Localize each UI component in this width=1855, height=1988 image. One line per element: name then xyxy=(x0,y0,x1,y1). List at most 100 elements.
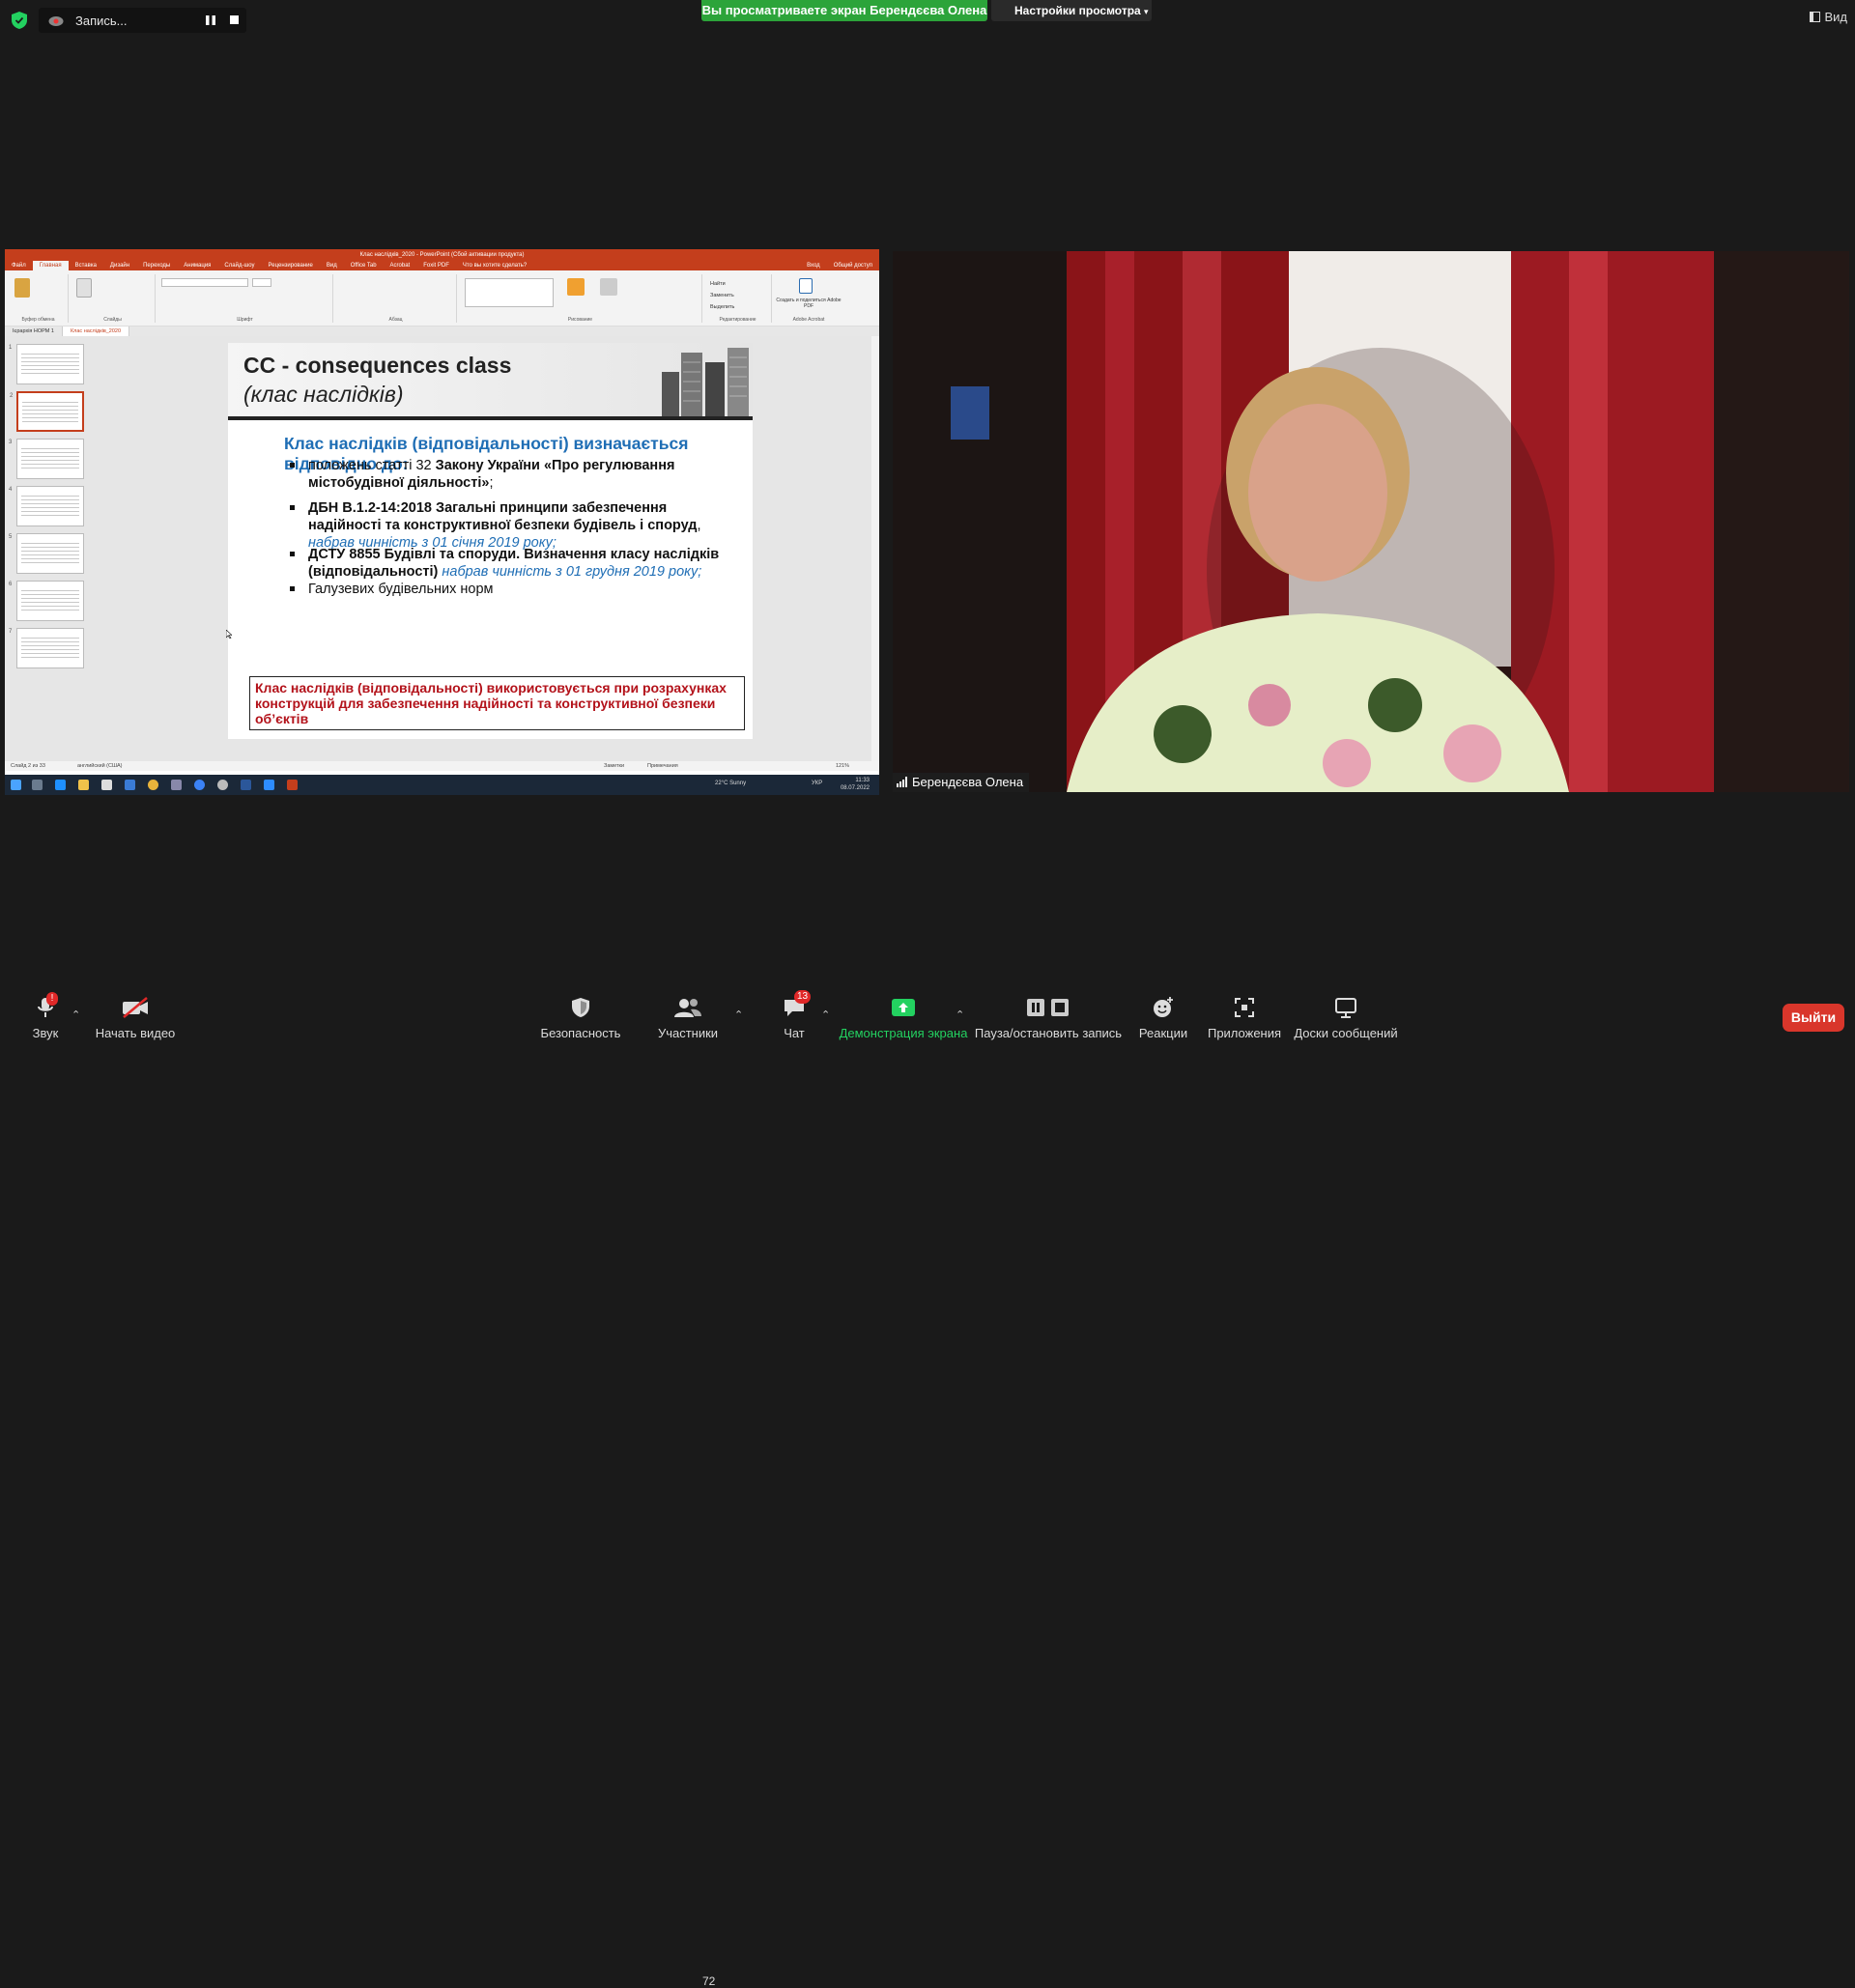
leave-button[interactable]: Выйти xyxy=(1783,1004,1844,1032)
shield-icon[interactable] xyxy=(12,12,27,29)
ribbon-tab[interactable]: Анимация xyxy=(177,261,217,270)
ribbon-tab[interactable]: Файл xyxy=(5,261,33,270)
ribbon-tab[interactable]: Главная xyxy=(32,261,69,270)
apps-button[interactable]: Приложения xyxy=(1204,976,1285,1043)
participants-button[interactable]: Участники xyxy=(649,976,727,1043)
vertical-scrollbar[interactable] xyxy=(871,336,879,761)
slide-bullet[interactable]: Галузевих будівельних норм xyxy=(284,581,738,598)
ribbon-group-slides: Слайды xyxy=(71,274,156,323)
view-button[interactable]: Вид xyxy=(1810,10,1847,24)
video-off-icon xyxy=(123,997,148,1018)
start-video-button[interactable]: Начать видео xyxy=(91,976,180,1043)
ribbon-tab[interactable]: Вид xyxy=(320,261,344,270)
slide-number: 2 xyxy=(10,393,14,399)
store-icon[interactable] xyxy=(101,780,112,790)
slide-thumbnail[interactable]: 4 xyxy=(9,486,84,526)
app-icon[interactable] xyxy=(217,780,228,790)
meeting-top-bar: Запись... Вы просматриваете экран Беренд… xyxy=(0,0,1855,39)
buildings-illustration xyxy=(662,348,749,416)
whiteboards-button[interactable]: Доски сообщений xyxy=(1289,976,1403,1043)
ribbon-group-label: Абзац xyxy=(388,317,403,323)
reactions-button[interactable]: Реакции xyxy=(1136,976,1190,1043)
ribbon-tab[interactable]: Что вы хотите сделать? xyxy=(456,261,533,270)
comments-button[interactable]: Примечания xyxy=(647,761,678,771)
replace-button[interactable]: Заменить xyxy=(710,290,734,301)
ribbon-tab[interactable]: Acrobat xyxy=(384,261,417,270)
ribbon-tab[interactable]: Дизайн xyxy=(103,261,136,270)
zoom-app-icon[interactable] xyxy=(264,780,274,790)
share-screen-button[interactable]: Демонстрация экрана xyxy=(840,976,967,1043)
ribbon-group-clipboard: Буфер обмена xyxy=(9,274,69,323)
system-clock[interactable]: 11:33 08.07.2022 xyxy=(841,777,870,792)
weather-widget[interactable]: 22°C Sunny xyxy=(715,781,746,786)
participant-video[interactable]: Берендєєва Олена xyxy=(893,251,1849,792)
share-link[interactable]: Общий доступ xyxy=(827,261,879,270)
ribbon-group-label: Рисование xyxy=(567,317,593,323)
ribbon-tab[interactable]: Слайд-шоу xyxy=(217,261,261,270)
start-video-label: Начать видео xyxy=(95,1026,176,1040)
quick-styles-icon[interactable] xyxy=(600,278,617,296)
font-name-input[interactable] xyxy=(161,278,248,287)
document-tab[interactable]: Ієрархія НОРМ 1 xyxy=(5,327,63,336)
app-icon[interactable] xyxy=(171,780,182,790)
stop-icon[interactable] xyxy=(230,15,239,24)
ribbon-tab[interactable]: Foxit PDF xyxy=(416,261,456,270)
slide-bullet[interactable]: ДБН В.1.2-14:2018 Загальні принципи забе… xyxy=(284,499,738,552)
slide-thumbnail[interactable]: 6 xyxy=(9,581,84,621)
mail-icon[interactable] xyxy=(125,780,135,790)
audio-options-caret[interactable]: ⌃ xyxy=(71,1008,80,1021)
language-indicator[interactable]: английский (США) xyxy=(77,761,123,771)
participant-name-tag: Берендєєва Олена xyxy=(893,773,1030,792)
create-pdf-label: Создать и поделиться Adobe PDF xyxy=(776,298,842,309)
ribbon-tab[interactable]: Вставка xyxy=(69,261,103,270)
ribbon-tab[interactable]: Рецензирование xyxy=(262,261,320,270)
shapes-gallery[interactable] xyxy=(465,278,554,307)
security-button[interactable]: Безопасность xyxy=(537,976,624,1043)
browser-icon[interactable] xyxy=(194,780,205,790)
slide-thumbnail[interactable]: 7 xyxy=(9,628,84,668)
slide-bullet[interactable]: положень статті 32 Закону України «Про р… xyxy=(284,457,738,492)
slide-thumbnail[interactable]: 5 xyxy=(9,533,84,574)
chat-options-caret[interactable]: ⌃ xyxy=(821,1008,830,1021)
slide-thumbnail[interactable]: 1 xyxy=(9,344,84,384)
weather-text: 22°C Sunny xyxy=(715,781,747,786)
find-button[interactable]: Найти xyxy=(710,278,734,290)
slide-title[interactable]: CC - consequences class xyxy=(243,353,511,379)
bullet-pre-text: положень статті 32 xyxy=(308,458,436,473)
explorer-icon[interactable] xyxy=(78,780,89,790)
chrome-icon[interactable] xyxy=(148,780,158,790)
slide-callout-box[interactable]: Клас наслідків (відповідальності) викори… xyxy=(249,676,745,730)
zoom-level[interactable]: 121% xyxy=(836,761,849,771)
powerpoint-icon[interactable] xyxy=(287,780,298,790)
slide-thumbnail[interactable]: 3 xyxy=(9,439,84,479)
adobe-pdf-icon[interactable] xyxy=(799,278,813,294)
participants-options-caret[interactable]: ⌃ xyxy=(734,1008,743,1021)
word-icon[interactable] xyxy=(241,780,251,790)
participants-count: 72 xyxy=(702,1974,716,1988)
chat-button[interactable]: 13 Чат xyxy=(773,976,815,1043)
view-options-dropdown[interactable]: Настройки просмотра ▾ xyxy=(991,0,1152,21)
document-tab[interactable]: Клас наслідків_2020 xyxy=(62,327,130,336)
paste-icon[interactable] xyxy=(14,278,30,298)
record-pause-stop-button[interactable]: Пауза/остановить запись xyxy=(975,976,1122,1043)
share-options-caret[interactable]: ⌃ xyxy=(956,1008,964,1021)
task-view-icon[interactable] xyxy=(32,780,43,790)
slide-thumbnail[interactable]: 2 xyxy=(10,391,84,432)
login-link[interactable]: Вход xyxy=(800,261,827,270)
font-size-input[interactable] xyxy=(252,278,271,287)
select-button[interactable]: Выделить xyxy=(710,301,734,313)
pause-icon[interactable] xyxy=(205,14,216,26)
notes-button[interactable]: Заметки xyxy=(604,761,624,771)
meeting-toolbar: ! Звук ⌃ Начать видео Безопасность Участ… xyxy=(0,976,1855,1988)
ribbon-tab[interactable]: Переходы xyxy=(136,261,177,270)
ribbon-tab[interactable]: Office Tab xyxy=(344,261,384,270)
whiteboards-label: Доски сообщений xyxy=(1294,1026,1398,1040)
edge-icon[interactable] xyxy=(55,780,66,790)
arrange-icon[interactable] xyxy=(567,278,585,296)
start-icon[interactable] xyxy=(11,780,21,790)
slide-subtitle[interactable]: (клас наслідків) xyxy=(243,382,404,408)
new-slide-icon[interactable] xyxy=(76,278,92,298)
input-language[interactable]: УКР xyxy=(812,781,822,786)
audio-button[interactable]: ! Звук xyxy=(21,976,70,1043)
slide-bullet[interactable]: ДСТУ 8855 Будівлі та споруди. Визначення… xyxy=(284,546,738,581)
